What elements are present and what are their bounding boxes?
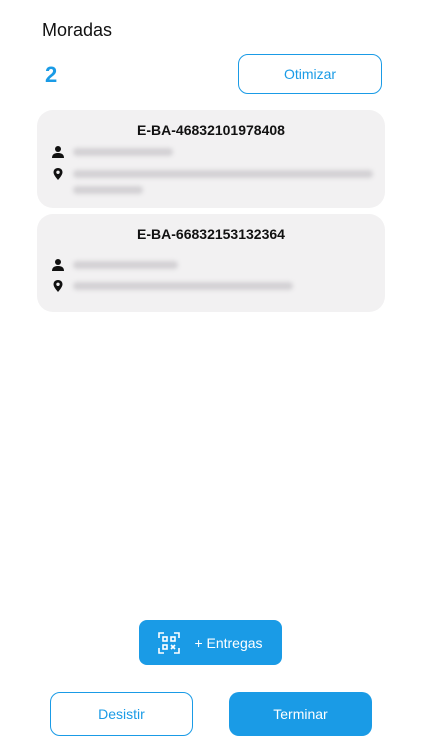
delivery-card[interactable]: E-BA-66832153132364	[37, 214, 385, 312]
address-row	[51, 166, 373, 194]
delivery-card[interactable]: E-BA-46832101978408	[37, 110, 385, 208]
recipient-name-redacted	[73, 257, 178, 269]
location-pin-icon	[53, 168, 63, 180]
optimize-button[interactable]: Otimizar	[238, 54, 382, 94]
add-deliveries-label: + Entregas	[194, 634, 263, 651]
recipient-row	[51, 257, 178, 272]
recipient-name-redacted	[73, 144, 173, 156]
delivery-code: E-BA-66832153132364	[137, 226, 285, 242]
address-redacted	[73, 166, 373, 194]
page-title: Moradas	[42, 20, 113, 40]
location-pin-icon	[53, 280, 63, 292]
cancel-button[interactable]: Desistir	[50, 692, 193, 736]
finish-button[interactable]: Terminar	[229, 692, 372, 736]
address-redacted	[73, 278, 293, 290]
person-icon	[52, 146, 64, 158]
delivery-code: E-BA-46832101978408	[137, 122, 285, 138]
delivery-count: 2	[45, 62, 58, 87]
person-icon	[52, 259, 64, 271]
qr-scan-icon	[158, 631, 181, 654]
recipient-row	[51, 144, 173, 159]
address-row	[51, 278, 293, 293]
add-deliveries-button[interactable]: + Entregas	[139, 620, 282, 665]
